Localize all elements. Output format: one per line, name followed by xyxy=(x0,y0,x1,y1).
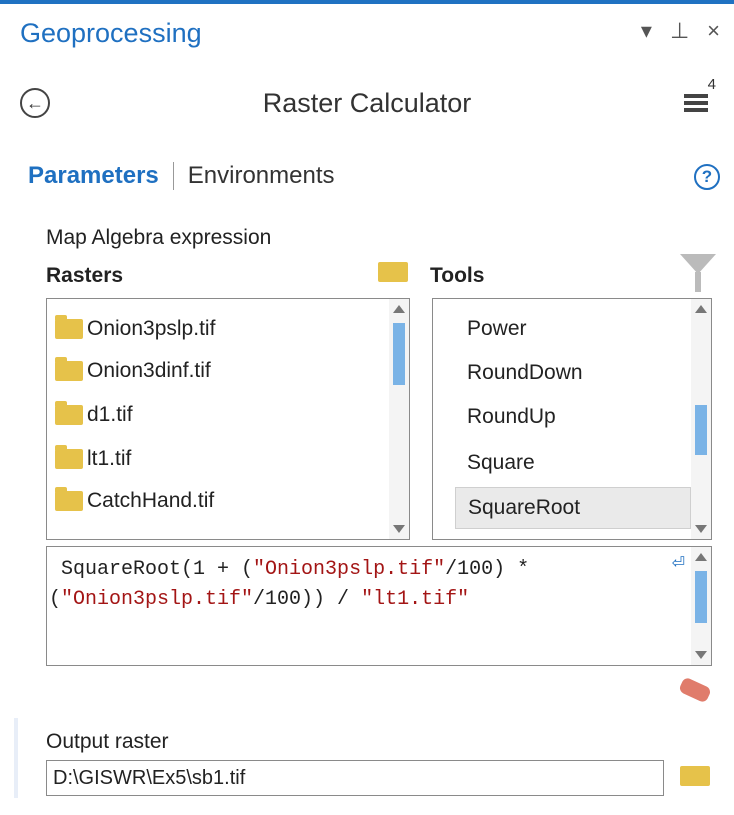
rasters-label: Rasters xyxy=(46,264,124,287)
tool-item[interactable]: RoundUp xyxy=(433,397,689,437)
raster-item[interactable]: lt1.tif xyxy=(47,439,387,479)
raster-item[interactable]: Onion3dinf.tif xyxy=(47,351,387,391)
raster-layer-icon xyxy=(55,357,83,381)
hamburger-menu-icon[interactable] xyxy=(684,86,710,116)
filter-icon-stem xyxy=(695,272,701,292)
eraser-icon[interactable] xyxy=(678,676,712,704)
pane-menu-icon[interactable]: ▾ xyxy=(641,18,652,44)
tab-parameters[interactable]: Parameters xyxy=(28,162,159,190)
menu-badge: 4 xyxy=(707,76,716,93)
tool-item[interactable]: Square xyxy=(433,443,689,483)
raster-layer-icon xyxy=(55,445,83,469)
raster-layer-icon xyxy=(55,487,83,511)
raster-layer-icon xyxy=(55,401,83,425)
scroll-down-icon[interactable] xyxy=(695,525,707,533)
output-raster-label: Output raster xyxy=(46,730,169,753)
pane-title: Geoprocessing xyxy=(20,18,202,48)
pane-controls: ▾ ⊥ × xyxy=(641,18,720,44)
word-wrap-icon[interactable]: ⏎ xyxy=(672,553,685,573)
close-icon[interactable]: × xyxy=(707,18,720,44)
browse-output-folder-icon[interactable] xyxy=(680,766,710,786)
expression-scrollbar[interactable] xyxy=(691,547,711,665)
tools-label: Tools xyxy=(430,264,485,287)
scroll-down-icon[interactable] xyxy=(695,651,707,659)
tool-title: Raster Calculator xyxy=(262,88,472,118)
tool-item-selected[interactable]: SquareRoot xyxy=(455,487,691,529)
output-highlight-strip xyxy=(14,718,18,798)
tool-item[interactable]: RoundDown xyxy=(433,353,689,393)
scroll-thumb[interactable] xyxy=(695,405,707,455)
scroll-up-icon[interactable] xyxy=(393,305,405,313)
scroll-thumb[interactable] xyxy=(393,323,405,385)
scroll-up-icon[interactable] xyxy=(695,553,707,561)
tab-environments[interactable]: Environments xyxy=(188,162,335,190)
top-accent-bar xyxy=(0,0,734,4)
scroll-up-icon[interactable] xyxy=(695,305,707,313)
tools-scrollbar[interactable] xyxy=(691,299,711,539)
tab-bar: Parameters Environments xyxy=(28,162,335,190)
raster-layer-icon xyxy=(55,315,83,339)
filter-icon[interactable] xyxy=(680,254,716,274)
tool-item[interactable]: Power xyxy=(433,309,689,349)
expression-editor[interactable]: SquareRoot(1 + ("Onion3pslp.tif"/100) * … xyxy=(46,546,712,666)
pin-icon[interactable]: ⊥ xyxy=(670,18,689,44)
rasters-list[interactable]: Onion3pslp.tif Onion3dinf.tif d1.tif lt1… xyxy=(46,298,410,540)
raster-item[interactable]: d1.tif xyxy=(47,395,387,435)
rasters-scrollbar[interactable] xyxy=(389,299,409,539)
raster-item[interactable]: Onion3pslp.tif xyxy=(47,309,387,349)
output-raster-input[interactable] xyxy=(46,760,664,796)
expression-label: Map Algebra expression xyxy=(46,226,272,249)
scroll-thumb[interactable] xyxy=(695,571,707,623)
tab-separator xyxy=(172,162,174,190)
scroll-down-icon[interactable] xyxy=(393,525,405,533)
tools-list[interactable]: Power RoundDown RoundUp Square SquareRoo… xyxy=(432,298,712,540)
help-icon[interactable]: ? xyxy=(694,164,720,190)
expression-text[interactable]: SquareRoot(1 + ("Onion3pslp.tif"/100) * … xyxy=(49,555,679,615)
browse-folder-icon[interactable] xyxy=(378,262,408,282)
raster-item[interactable]: CatchHand.tif xyxy=(47,481,387,521)
